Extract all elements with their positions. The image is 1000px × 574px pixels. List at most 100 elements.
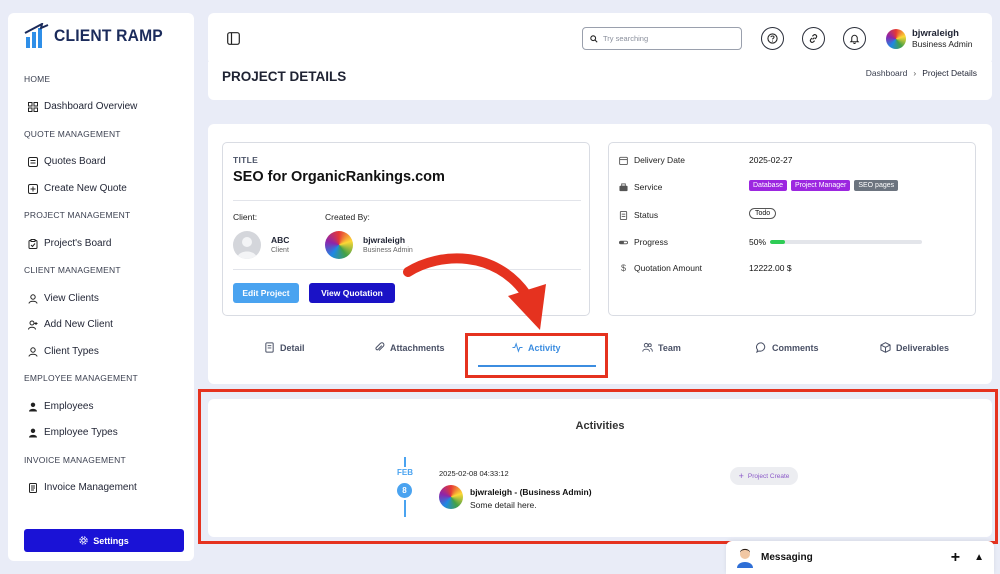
invoice-icon: [29, 482, 37, 493]
annotation-highlight-activities: [198, 389, 998, 544]
tab-deliverables[interactable]: Deliverables: [880, 342, 949, 353]
service-tag: SEO pages: [854, 180, 899, 191]
briefcase-icon: [619, 182, 628, 191]
sidebar-item-quotes-board[interactable]: Quotes Board: [28, 156, 106, 167]
divider: [233, 200, 581, 201]
delivery-date-row: Delivery Date: [619, 155, 685, 165]
sidebar-item-label: Dashboard Overview: [44, 101, 138, 112]
link-button[interactable]: [802, 27, 825, 50]
annotation-highlight-tab: [465, 333, 608, 378]
service-tags: Database Project Manager SEO pages: [749, 180, 899, 191]
search-box[interactable]: [582, 27, 742, 50]
avatar: [886, 28, 906, 49]
grid-icon: [28, 101, 38, 112]
tab-comments[interactable]: Comments: [756, 342, 819, 353]
brand-name: CLIENT RAMP: [54, 26, 163, 45]
breadcrumb-dashboard[interactable]: Dashboard: [866, 68, 908, 78]
service-row: Service: [619, 182, 662, 192]
quotation-amount-value: 12222.00 $: [749, 263, 792, 273]
messaging-bar[interactable]: Messaging + ▲: [726, 541, 994, 574]
client-label: Client:: [233, 212, 258, 222]
tab-label: Deliverables: [896, 342, 950, 353]
project-title: SEO for OrganicRankings.com: [233, 169, 445, 185]
sidebar-item-label: View Clients: [44, 293, 99, 304]
chevron-up-icon[interactable]: ▲: [974, 552, 984, 563]
service-tag: Database: [749, 180, 787, 191]
sidebar-item-label: Create New Quote: [44, 183, 127, 194]
tab-attachments[interactable]: Attachments: [374, 342, 445, 353]
user-role: Business Admin: [912, 39, 973, 49]
box-icon: [880, 342, 891, 353]
link-icon: [809, 34, 818, 43]
sidebar-item-create-new-quote[interactable]: Create New Quote: [28, 183, 127, 194]
quotation-amount-label: Quotation Amount: [634, 263, 703, 273]
created-by-label: Created By:: [325, 212, 370, 222]
logo-bars-icon: [24, 23, 49, 48]
sidebar-item-employee-types[interactable]: Employee Types: [28, 427, 118, 438]
user-plus-icon: [28, 320, 38, 330]
sidebar-item-label: Project's Board: [44, 238, 112, 249]
tab-detail[interactable]: Detail: [264, 342, 305, 353]
sidebar-item-client-types[interactable]: Client Types: [28, 346, 99, 357]
person-placeholder-icon: [237, 237, 257, 259]
paperclip-icon: [375, 342, 385, 351]
sidebar-item-add-new-client[interactable]: Add New Client: [28, 319, 113, 330]
question-icon: [767, 33, 778, 44]
user-menu[interactable]: bjwraleigh Business Admin: [886, 28, 972, 49]
page-title: PROJECT DETAILS: [222, 69, 347, 84]
dollar-icon: $: [620, 263, 626, 273]
sidebar-item-dashboard-overview[interactable]: Dashboard Overview: [28, 101, 137, 112]
new-message-plus-icon[interactable]: +: [951, 549, 960, 567]
comment-icon: [756, 342, 766, 353]
nav-section-quote: QUOTE MANAGEMENT: [24, 129, 121, 139]
sidebar-item-label: Quotes Board: [44, 156, 106, 167]
project-title-label: TITLE: [233, 155, 259, 165]
messaging-label: Messaging: [761, 552, 813, 563]
view-quotation-button[interactable]: View Quotation: [309, 283, 395, 303]
user-icon: [28, 293, 38, 304]
progress-row: Progress: [619, 237, 668, 247]
settings-button[interactable]: Settings: [24, 529, 184, 552]
progress-label: Progress: [634, 237, 669, 247]
search-input[interactable]: [603, 34, 733, 43]
brand-logo[interactable]: CLIENT RAMP: [24, 23, 172, 49]
messaging-avatar-icon: [737, 548, 753, 568]
sidebar-item-view-clients[interactable]: View Clients: [28, 293, 99, 304]
status-row: Status: [619, 210, 658, 220]
progress-value: 50%: [749, 237, 923, 247]
breadcrumb-separator-icon: ›: [913, 68, 917, 78]
nav-section-home: HOME: [24, 74, 51, 84]
service-label: Service: [634, 182, 663, 192]
edit-project-button[interactable]: Edit Project: [233, 283, 299, 303]
tab-team[interactable]: Team: [642, 342, 681, 353]
help-button[interactable]: [761, 27, 784, 50]
progress-fill: [770, 240, 786, 244]
sidebar-item-label: Employee Types: [44, 427, 118, 438]
sidebar-item-invoice-management[interactable]: Invoice Management: [28, 482, 137, 493]
delivery-date-label: Delivery Date: [634, 155, 686, 165]
annotation-arrow-icon: [403, 253, 546, 330]
tab-label: Comments: [772, 342, 819, 353]
breadcrumb: Dashboard › Project Details: [866, 68, 977, 78]
progress-track: [770, 240, 923, 244]
settings-label: Settings: [93, 535, 129, 546]
sidebar-item-employees[interactable]: Employees: [28, 401, 93, 412]
person-icon: [29, 402, 37, 411]
sidebar-toggle-icon[interactable]: [227, 32, 240, 45]
status-badge: Todo: [749, 208, 777, 219]
tab-label: Attachments: [390, 342, 445, 353]
creator-avatar: [325, 231, 353, 259]
document-icon: [619, 210, 628, 220]
notifications-button[interactable]: [843, 27, 866, 50]
sidebar: CLIENT RAMP HOME Dashboard Overview QUOT…: [8, 13, 194, 561]
bell-icon: [849, 34, 860, 44]
document-icon: [265, 342, 274, 353]
progress-percent: 50%: [749, 237, 767, 247]
nav-section-client: CLIENT MANAGEMENT: [24, 265, 121, 275]
service-tag: Project Manager: [790, 180, 851, 191]
tab-label: Detail: [280, 342, 305, 353]
tab-label: Team: [658, 342, 681, 353]
user-name: bjwraleigh: [912, 28, 959, 39]
sidebar-item-projects-board[interactable]: Project's Board: [28, 238, 112, 249]
board-icon: [28, 156, 38, 167]
